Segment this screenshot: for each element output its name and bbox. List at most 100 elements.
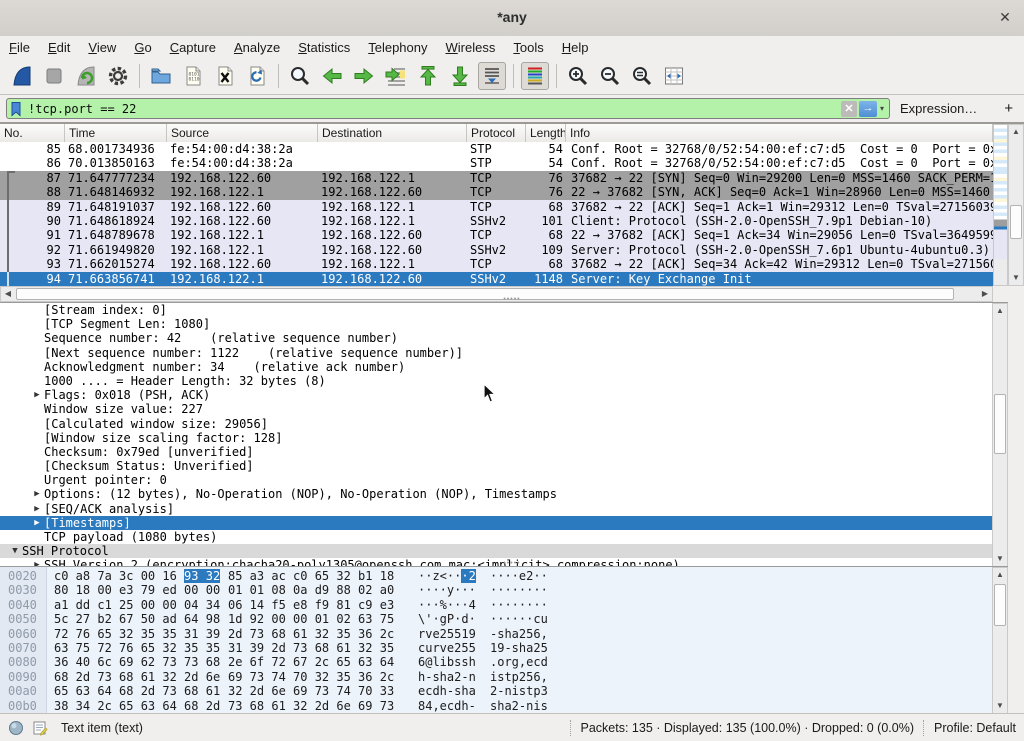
expander-closed-icon[interactable]: ▶ [30, 516, 44, 530]
hex-row[interactable]: 0020c0 a8 7a 3c 00 16 93 3285 a3 ac c0 6… [0, 569, 1008, 583]
packet-list-header[interactable]: No.TimeSourceDestinationProtocolLengthIn… [0, 124, 993, 143]
scroll-down-arrow-icon[interactable]: ▼ [1009, 271, 1023, 285]
detail-row[interactable]: ▼SSH Protocol [0, 544, 1008, 558]
capture-options-button[interactable] [104, 62, 132, 90]
filter-expression-text[interactable]: !tcp.port == 22 [24, 102, 841, 116]
detail-row[interactable]: Acknowledgment number: 34 (relative ack … [0, 360, 1008, 374]
zoom-in-button[interactable] [564, 62, 592, 90]
clear-filter-button[interactable]: ✕ [841, 101, 857, 117]
hex-row[interactable]: 00b038 34 2c 65 63 64 68 2d73 68 61 32 2… [0, 699, 1008, 713]
menu-file[interactable]: File [0, 38, 39, 57]
hex-bytes-group2[interactable]: 2e 6f 72 67 2c 65 63 64 [228, 655, 394, 669]
menu-wireless[interactable]: Wireless [437, 38, 505, 57]
hex-ascii-group1[interactable]: curve255 [418, 641, 476, 655]
hex-selected-bytes[interactable]: 93 32 [184, 569, 220, 583]
hex-ascii-group2[interactable]: ········ [490, 598, 548, 612]
hex-row[interactable]: 009068 2d 73 68 61 32 2d 6e69 73 74 70 3… [0, 670, 1008, 684]
column-header-info[interactable]: Info [566, 124, 993, 142]
go-to-packet-button[interactable] [382, 62, 410, 90]
scroll-up-arrow-icon[interactable]: ▲ [1009, 125, 1023, 139]
packet-row[interactable]: 8871.648146932192.168.122.1192.168.122.6… [0, 185, 993, 199]
hex-ascii-group2[interactable]: istp256, [490, 670, 548, 684]
detail-row[interactable]: ▶[SEQ/ACK analysis] [0, 502, 1008, 516]
packet-row[interactable]: 9171.648789678192.168.122.1192.168.122.6… [0, 228, 993, 242]
hex-ascii-group1[interactable]: \'·gP·d· [418, 612, 476, 626]
packet-list-vscrollbar[interactable]: ▲ ▼ [1008, 124, 1024, 286]
display-filter-input[interactable]: !tcp.port == 22 ✕ → ▾ [6, 98, 890, 119]
hex-ascii-group2[interactable]: 2-nistp3 [490, 684, 548, 698]
hex-row[interactable]: 00505c 27 b2 67 50 ad 64 981d 92 00 00 0… [0, 612, 1008, 626]
detail-row[interactable]: TCP payload (1080 bytes) [0, 530, 1008, 544]
hex-ascii-group2[interactable]: 19-sha25 [490, 641, 548, 655]
stop-capture-button[interactable] [40, 62, 68, 90]
expander-closed-icon[interactable]: ▶ [30, 487, 44, 501]
column-header-no[interactable]: No. [0, 124, 65, 142]
detail-row[interactable]: [Calculated window size: 29056] [0, 417, 1008, 431]
hex-bytes-group2[interactable]: 2d 73 68 61 32 35 36 2c [228, 627, 394, 641]
resize-columns-button[interactable] [660, 62, 688, 90]
packet-row[interactable]: 8971.648191037192.168.122.60192.168.122.… [0, 200, 993, 214]
hex-ascii-group1[interactable]: 6@libssh [418, 655, 476, 669]
menu-view[interactable]: View [79, 38, 125, 57]
packet-row[interactable]: 9471.663856741192.168.122.1192.168.122.6… [0, 272, 993, 286]
detail-row[interactable]: ▶[Timestamps] [0, 516, 1008, 530]
hex-bytes-group1[interactable]: 63 75 72 76 65 32 35 35 [54, 641, 220, 655]
hex-row[interactable]: 00a065 63 64 68 2d 73 68 6132 2d 6e 69 7… [0, 684, 1008, 698]
hex-bytes-group1[interactable]: 80 18 00 e3 79 ed 00 00 [54, 583, 220, 597]
packet-row[interactable]: 8670.013850163fe:54:00:d4:38:2aSTP54Conf… [0, 156, 993, 170]
expander-closed-icon[interactable]: ▶ [30, 502, 44, 516]
packet-row[interactable]: 8771.647777234192.168.122.60192.168.122.… [0, 171, 993, 185]
hex-vscroll-thumb[interactable] [994, 584, 1006, 626]
close-file-button[interactable] [211, 62, 239, 90]
detail-row[interactable]: [Stream index: 0] [0, 303, 1008, 317]
detail-row[interactable]: Checksum: 0x79ed [unverified] [0, 445, 1008, 459]
packet-row[interactable]: 9271.661949820192.168.122.1192.168.122.6… [0, 243, 993, 257]
detail-row[interactable]: ▶Flags: 0x018 (PSH, ACK) [0, 388, 1008, 402]
packet-row[interactable]: 8568.001734936fe:54:00:d4:38:2aSTP54Conf… [0, 142, 993, 156]
menu-telephony[interactable]: Telephony [359, 38, 436, 57]
hex-row[interactable]: 006072 76 65 32 35 35 31 392d 73 68 61 3… [0, 627, 1008, 641]
hex-ascii-group1[interactable]: h-sha2-n [418, 670, 476, 684]
find-packet-button[interactable] [286, 62, 314, 90]
go-last-button[interactable] [446, 62, 474, 90]
detail-row[interactable]: [TCP Segment Len: 1080] [0, 317, 1008, 331]
filter-history-dropdown[interactable]: ▾ [877, 104, 887, 113]
hex-ascii-group2[interactable]: ····e2·· [490, 569, 548, 583]
hex-bytes-group1[interactable]: a1 dd c1 25 00 00 04 34 [54, 598, 220, 612]
status-profile[interactable]: Profile: Default [934, 721, 1016, 735]
menu-capture[interactable]: Capture [161, 38, 225, 57]
hex-row[interactable]: 007063 75 72 76 65 32 35 3531 39 2d 73 6… [0, 641, 1008, 655]
scroll-up-arrow-icon[interactable]: ▲ [993, 304, 1007, 318]
hex-row[interactable]: 003080 18 00 e3 79 ed 00 0001 01 08 0a d… [0, 583, 1008, 597]
go-forward-button[interactable] [350, 62, 378, 90]
scroll-down-arrow-icon[interactable]: ▼ [993, 699, 1007, 713]
hex-bytes-group2[interactable]: 73 68 61 32 2d 6e 69 73 [228, 699, 394, 713]
start-capture-button[interactable] [8, 62, 36, 90]
hex-bytes-group1[interactable]: 36 40 6c 69 62 73 73 68 [54, 655, 220, 669]
filter-bookmark-icon[interactable] [9, 101, 24, 117]
packet-row[interactable]: 9371.662015274192.168.122.60192.168.122.… [0, 257, 993, 271]
open-file-button[interactable] [147, 62, 175, 90]
save-file-button[interactable]: 01010110 [179, 62, 207, 90]
add-filter-button[interactable]: + [998, 100, 1019, 117]
expander-closed-icon[interactable]: ▶ [30, 388, 44, 402]
close-window-button[interactable]: ✕ [996, 8, 1014, 26]
hex-bytes-group2[interactable]: 69 73 74 70 32 35 36 2c [228, 670, 394, 684]
hex-bytes-group1[interactable]: 72 76 65 32 35 35 31 39 [54, 627, 220, 641]
detail-row[interactable]: [Checksum Status: Unverified] [0, 459, 1008, 473]
menu-statistics[interactable]: Statistics [289, 38, 359, 57]
hex-bytes-group2[interactable]: 31 39 2d 73 68 61 32 35 [228, 641, 394, 655]
go-back-button[interactable] [318, 62, 346, 90]
column-header-length[interactable]: Length [526, 124, 566, 142]
hex-bytes-group1[interactable]: 68 2d 73 68 61 32 2d 6e [54, 670, 220, 684]
details-vscrollbar[interactable]: ▲ ▼ [992, 303, 1008, 567]
hex-bytes-group1[interactable]: 65 63 64 68 2d 73 68 61 [54, 684, 220, 698]
hex-vscrollbar[interactable]: ▲ ▼ [992, 567, 1008, 714]
capture-comment-icon[interactable] [33, 720, 48, 736]
menu-go[interactable]: Go [125, 38, 160, 57]
zoom-out-button[interactable] [596, 62, 624, 90]
column-header-time[interactable]: Time [65, 124, 167, 142]
column-header-destination[interactable]: Destination [318, 124, 467, 142]
hex-row[interactable]: 0040a1 dd c1 25 00 00 04 3406 14 f5 e8 f… [0, 598, 1008, 612]
scroll-up-arrow-icon[interactable]: ▲ [993, 568, 1007, 582]
